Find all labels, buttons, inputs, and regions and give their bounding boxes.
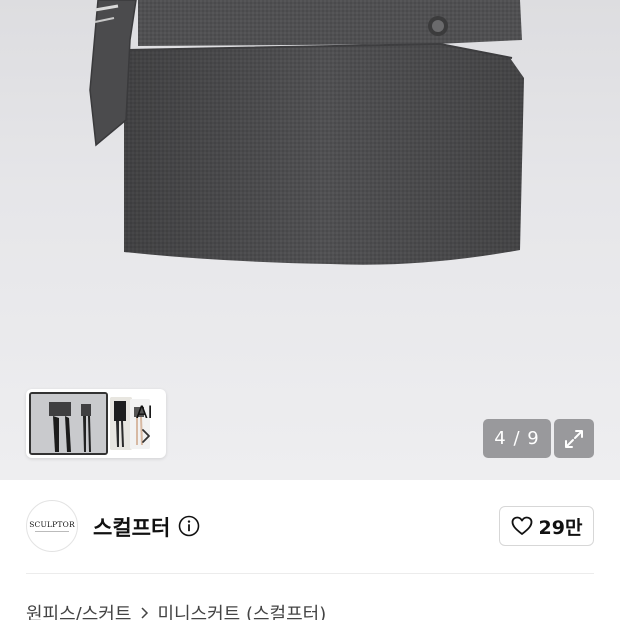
- brand-logo[interactable]: SCULPTOR: [26, 500, 78, 552]
- image-page-counter: 4 / 9: [483, 419, 551, 458]
- expand-button[interactable]: [554, 419, 594, 458]
- breadcrumb-item-category[interactable]: 원피스/스커트: [26, 600, 131, 620]
- thumbnail-strip[interactable]: [26, 389, 166, 458]
- chevron-right-icon: [141, 607, 149, 619]
- brand-name-link[interactable]: 스컬프터: [93, 512, 170, 542]
- breadcrumb: 원피스/스커트 미니스커트 (스컬프터): [26, 600, 326, 620]
- brand-logo-text: SCULPTOR: [29, 520, 75, 529]
- chevron-right-icon[interactable]: [139, 427, 153, 445]
- thumbnail-model-1[interactable]: [29, 392, 108, 455]
- ai-styling-label[interactable]: AI: [136, 403, 153, 423]
- info-icon[interactable]: [178, 515, 200, 537]
- divider: [26, 573, 594, 574]
- like-count: 29만: [538, 516, 583, 539]
- brand-logo-rule: [35, 531, 69, 532]
- breadcrumb-item-subcategory[interactable]: 미니스커트 (스컬프터): [157, 600, 326, 620]
- product-image-gallery[interactable]: AI 4 / 9: [0, 0, 620, 480]
- thumbnail-model-2[interactable]: [110, 397, 132, 450]
- expand-icon: [565, 429, 583, 448]
- heart-icon: [511, 516, 532, 535]
- like-button[interactable]: 29만: [499, 506, 594, 546]
